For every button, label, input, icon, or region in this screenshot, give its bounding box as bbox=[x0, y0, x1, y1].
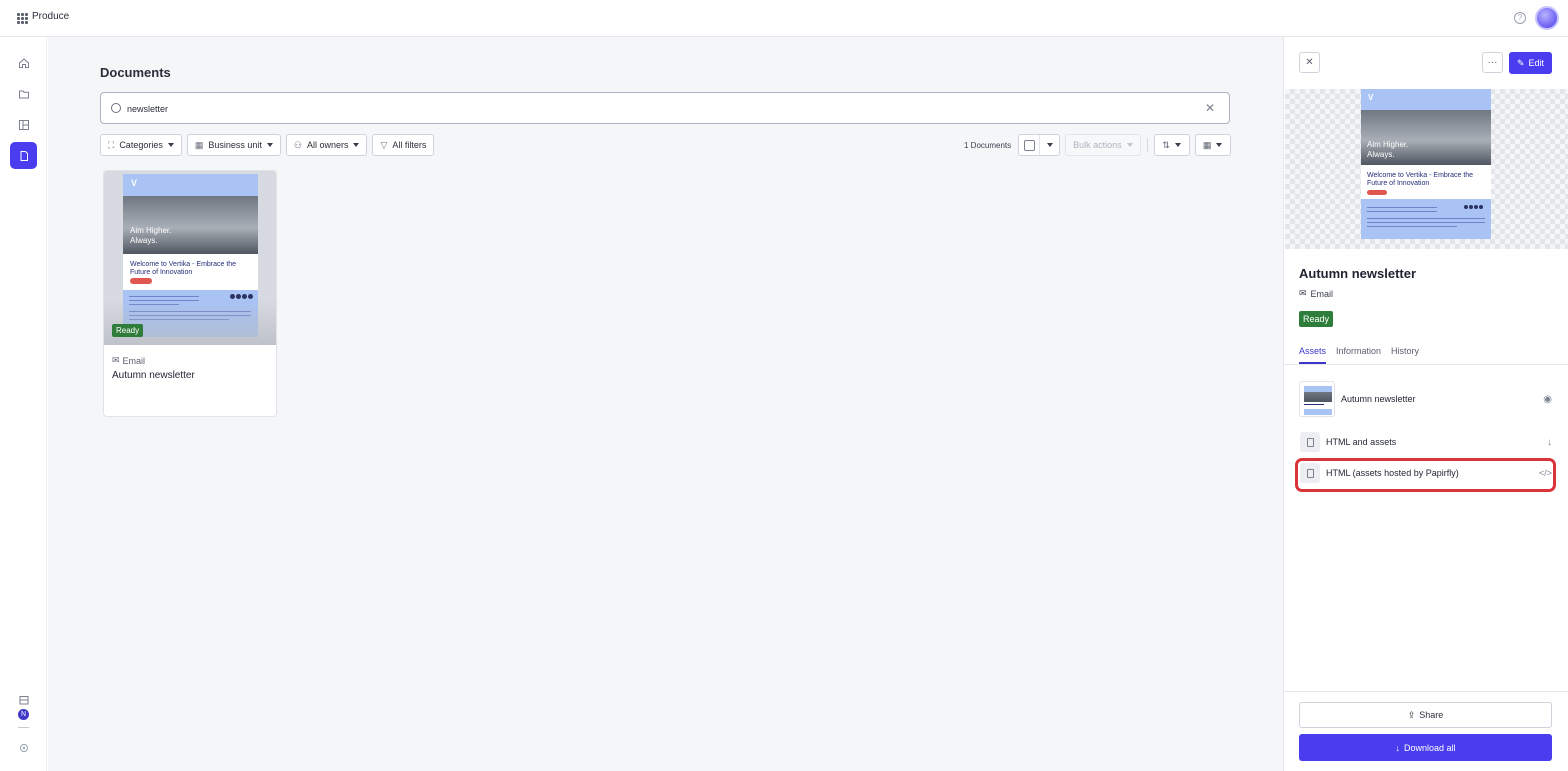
grid-view-icon: ▦ bbox=[1196, 135, 1230, 155]
categories-filter[interactable]: ⛶ Categories bbox=[100, 134, 182, 156]
asset-row-html-and-assets[interactable]: HTML and assets ↓ bbox=[1299, 431, 1552, 453]
nav-divider bbox=[18, 727, 29, 728]
tab-assets[interactable]: Assets bbox=[1299, 346, 1327, 364]
left-nav: N bbox=[0, 37, 47, 771]
share-button[interactable]: ⇪ Share bbox=[1299, 702, 1552, 728]
details-panel: ✕ ··· ✎ Edit V Aim Higher. Always. Welco… bbox=[1283, 37, 1568, 771]
download-all-label: Download all bbox=[1403, 742, 1456, 753]
edit-label: Edit bbox=[1528, 58, 1545, 68]
status-badge: Ready bbox=[112, 324, 144, 337]
bulk-actions-button[interactable]: Bulk actions bbox=[1065, 134, 1141, 156]
app-switcher-icon[interactable] bbox=[17, 13, 28, 24]
logo-icon: V bbox=[1368, 93, 1374, 102]
bulk-actions-label: Bulk actions bbox=[1073, 140, 1122, 150]
share-label: Share bbox=[1419, 710, 1444, 720]
all-filters-button[interactable]: ▽ All filters bbox=[372, 134, 435, 156]
email-icon: ✉ bbox=[112, 355, 120, 365]
asset-label: HTML and assets bbox=[1326, 437, 1397, 447]
edit-button[interactable]: ✎ Edit bbox=[1509, 52, 1552, 74]
more-options-icon[interactable]: ··· bbox=[1482, 52, 1503, 73]
unit-badge: N bbox=[18, 709, 29, 720]
chevron-down-icon bbox=[266, 143, 273, 147]
email-icon: ✉ bbox=[1299, 288, 1307, 298]
chevron-down-icon bbox=[353, 143, 360, 147]
settings-icon[interactable] bbox=[10, 734, 37, 761]
document-card[interactable]: V Aim Higher. Always. Welcome to Vertika… bbox=[103, 170, 277, 417]
tab-information[interactable]: Information bbox=[1336, 346, 1381, 364]
chevron-down-icon bbox=[167, 143, 174, 147]
home-icon[interactable] bbox=[10, 49, 37, 76]
document-title: Autumn newsletter bbox=[112, 370, 195, 381]
hero-line-1: Aim Higher. bbox=[1367, 140, 1409, 149]
owners-filter[interactable]: ⚇ All owners bbox=[285, 134, 368, 156]
tab-history[interactable]: History bbox=[1391, 346, 1419, 364]
download-all-button[interactable]: ↓ Download all bbox=[1299, 734, 1552, 761]
avatar[interactable] bbox=[1535, 6, 1559, 30]
business-unit-label: Business unit bbox=[208, 140, 262, 150]
select-all-checkbox[interactable] bbox=[1019, 135, 1039, 155]
panel-tabs: Assets Information History bbox=[1299, 346, 1419, 364]
app-name: Produce bbox=[32, 11, 70, 22]
highlight-box bbox=[1295, 458, 1556, 492]
preview-area: V Aim Higher. Always. Welcome to Vertika… bbox=[1285, 89, 1568, 249]
main-content: Documents ✕ ⛶ Categories ▦ Business unit… bbox=[48, 37, 1283, 771]
filter-bar: ⛶ Categories ▦ Business unit ⚇ All owner… bbox=[100, 134, 435, 156]
document-title: Autumn newsletter bbox=[1299, 266, 1417, 281]
help-icon[interactable]: ? bbox=[1514, 12, 1526, 24]
document-type: ✉ Email bbox=[112, 355, 145, 366]
page-title: Documents bbox=[100, 65, 171, 80]
asset-row-preview[interactable]: Autumn newsletter ◉ bbox=[1299, 381, 1552, 417]
owners-label: All owners bbox=[306, 140, 349, 150]
sort-icon: ⇅ bbox=[1155, 135, 1189, 155]
layout-icon[interactable] bbox=[10, 111, 37, 138]
folder-icon[interactable] bbox=[10, 80, 37, 107]
headline: Welcome to Vertika - Embrace the Future … bbox=[130, 261, 237, 276]
newsletter-preview: V Aim Higher. Always. Welcome to Vertika… bbox=[1361, 89, 1491, 239]
categories-label: Categories bbox=[119, 140, 163, 150]
hero-line-2: Always. bbox=[130, 236, 158, 245]
document-type: ✉ Email bbox=[1299, 288, 1333, 299]
asset-label: Autumn newsletter bbox=[1341, 394, 1416, 404]
all-filters-label: All filters bbox=[392, 140, 427, 150]
close-icon[interactable]: ✕ bbox=[1299, 52, 1320, 73]
tabs-divider bbox=[1284, 364, 1568, 365]
edit-icon: ✎ bbox=[1516, 57, 1525, 68]
business-unit-filter[interactable]: ▦ Business unit bbox=[186, 134, 281, 156]
headline: Welcome to Vertika - Embrace the Future … bbox=[1367, 172, 1474, 187]
filter-icon: ▽ bbox=[380, 139, 388, 150]
file-icon bbox=[1300, 432, 1320, 452]
select-all-group bbox=[1018, 134, 1061, 156]
select-menu-button[interactable] bbox=[1039, 135, 1059, 155]
document-count: 1 Documents bbox=[964, 140, 1012, 150]
logo-icon: V bbox=[131, 178, 138, 188]
document-icon[interactable] bbox=[10, 142, 37, 169]
document-type-label: Email bbox=[122, 355, 146, 366]
download-icon[interactable]: ↓ bbox=[1547, 437, 1552, 448]
share-icon: ⇪ bbox=[1407, 709, 1416, 720]
eye-icon[interactable]: ◉ bbox=[1543, 394, 1552, 405]
status-badge: Ready bbox=[1299, 311, 1334, 327]
document-type-label: Email bbox=[1310, 288, 1334, 299]
document-thumbnail: V Aim Higher. Always. Welcome to Vertika… bbox=[104, 171, 276, 345]
categories-icon: ⛶ bbox=[108, 139, 115, 150]
footer-divider bbox=[1284, 691, 1568, 692]
search-box[interactable]: ✕ bbox=[100, 92, 1230, 124]
sort-button[interactable]: ⇅ bbox=[1153, 134, 1190, 156]
chevron-down-icon bbox=[1046, 143, 1053, 147]
clear-search-icon[interactable]: ✕ bbox=[1205, 101, 1215, 115]
business-unit-icon: ▦ bbox=[194, 139, 204, 150]
download-icon: ↓ bbox=[1395, 742, 1400, 753]
top-bar: Produce ? bbox=[0, 0, 1568, 37]
chevron-down-icon bbox=[1126, 143, 1133, 147]
toolbar-divider bbox=[1146, 138, 1148, 152]
search-icon bbox=[111, 103, 121, 113]
hero-line-1: Aim Higher. bbox=[130, 226, 172, 235]
owner-icon: ⚇ bbox=[293, 139, 302, 150]
view-toggle-button[interactable]: ▦ bbox=[1194, 134, 1231, 156]
search-input[interactable] bbox=[127, 100, 1187, 118]
hero-line-2: Always. bbox=[1367, 150, 1395, 159]
toolbar-right: 1 Documents Bulk actions ⇅ ▦ bbox=[964, 134, 1231, 156]
asset-thumbnail bbox=[1299, 381, 1335, 417]
